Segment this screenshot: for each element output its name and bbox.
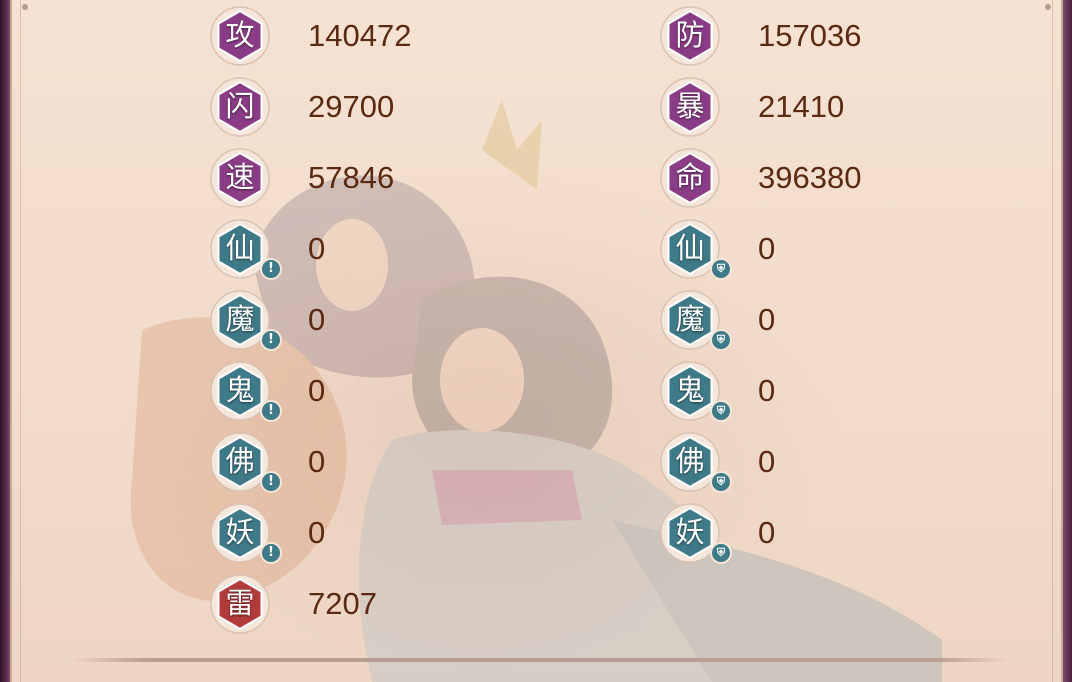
attack-badge-icon: ! <box>260 400 282 422</box>
stat-value: 29700 <box>308 89 395 124</box>
stat-icon-label: 闪 <box>225 89 255 123</box>
stat-icon-label: 防 <box>675 18 705 52</box>
stat-value: 0 <box>308 515 326 550</box>
stat-row: 魔! 0 <box>210 290 530 351</box>
stat-icon-label: 雷 <box>225 586 255 620</box>
stat-row: 暴 21410 <box>660 77 980 137</box>
shield-badge-icon: ⛨ <box>710 258 732 280</box>
stat-row: 速 57846 <box>210 148 530 208</box>
stat-hex-icon: 雷 <box>210 574 270 634</box>
shield-badge-icon: ⛨ <box>710 542 732 564</box>
stat-row: 命 396380 <box>660 148 980 208</box>
stat-value: 7207 <box>308 586 377 621</box>
stat-row: 鬼! 0 <box>210 361 530 422</box>
stat-value: 140472 <box>308 18 412 53</box>
stat-value: 0 <box>758 302 776 337</box>
window-frame-left <box>0 0 10 682</box>
shield-badge-icon: ⛨ <box>710 471 732 493</box>
stat-row: 仙! 0 <box>210 219 530 280</box>
stat-row: 佛 ⛨ 0 <box>660 432 980 493</box>
stat-row: 攻 140472 <box>210 6 530 66</box>
stat-row: 仙 ⛨ 0 <box>660 219 980 280</box>
stat-icon-label: 暴 <box>675 89 705 123</box>
stat-hex-icon: 防 <box>660 6 720 66</box>
stat-value: 0 <box>308 231 326 266</box>
stat-row: 妖! 0 <box>210 503 530 564</box>
stat-row: 佛! 0 <box>210 432 530 493</box>
stat-value: 0 <box>308 302 326 337</box>
stat-row: 闪 29700 <box>210 77 530 137</box>
stat-value: 0 <box>308 444 326 479</box>
attack-badge-icon: ! <box>260 542 282 564</box>
stat-value: 57846 <box>308 160 395 195</box>
stat-row: 妖 ⛨ 0 <box>660 503 980 564</box>
stat-hex-icon: 攻 <box>210 6 270 66</box>
stat-row: 雷 7207 <box>210 574 530 634</box>
section-divider <box>72 658 1008 662</box>
stat-value: 157036 <box>758 18 862 53</box>
stat-value: 21410 <box>758 89 845 124</box>
stat-value: 0 <box>758 444 776 479</box>
stat-value: 0 <box>758 515 776 550</box>
stat-row: 魔 ⛨ 0 <box>660 290 980 351</box>
stat-row: 防 157036 <box>660 6 980 66</box>
stat-hex-icon: 暴 <box>660 77 720 137</box>
stat-value: 0 <box>758 231 776 266</box>
stat-value: 0 <box>308 373 326 408</box>
stat-hex-icon: 命 <box>660 148 720 208</box>
attack-badge-icon: ! <box>260 471 282 493</box>
stat-value: 396380 <box>758 160 862 195</box>
shield-badge-icon: ⛨ <box>710 329 732 351</box>
stat-icon-label: 速 <box>225 160 255 194</box>
stat-hex-icon: 闪 <box>210 77 270 137</box>
shield-badge-icon: ⛨ <box>710 400 732 422</box>
stat-icon-label: 命 <box>675 160 705 194</box>
attack-badge-icon: ! <box>260 329 282 351</box>
attack-badge-icon: ! <box>260 258 282 280</box>
stat-value: 0 <box>758 373 776 408</box>
stat-row: 鬼 ⛨ 0 <box>660 361 980 422</box>
stat-hex-icon: 速 <box>210 148 270 208</box>
stat-icon-label: 攻 <box>225 18 255 52</box>
